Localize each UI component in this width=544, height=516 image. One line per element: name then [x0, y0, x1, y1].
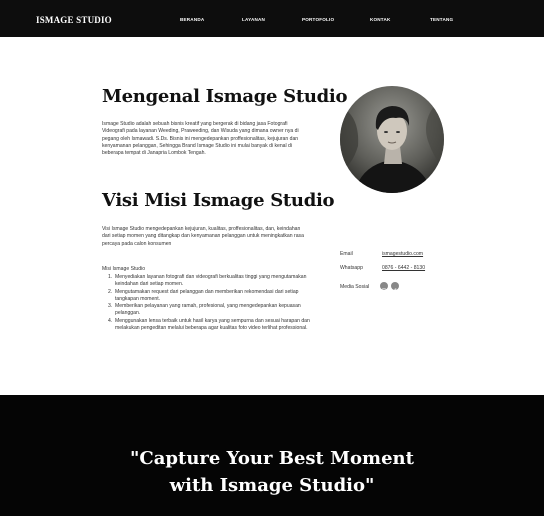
nav-beranda[interactable]: BERANDA — [180, 17, 204, 22]
list-item: 1. Menyediakan layanan fotografi dan vide… — [108, 274, 307, 288]
about-description: Ismage Studio adalah sebuah bisnis kreat… — [102, 121, 299, 157]
brand-logo-text[interactable]: ISMAGE STUDIO — [36, 15, 112, 25]
nav-layanan[interactable]: LAYANAN — [242, 17, 265, 22]
facebook-icon[interactable] — [391, 282, 399, 294]
top-navigation-bar: ISMAGE STUDIO BERANDA LAYANAN PORTOFOLIO… — [0, 0, 544, 37]
visi-text: Visi Ismage Studio mengedepankan kejujur… — [102, 226, 304, 247]
list-item: 4. Menggunakan lensa terbaik untuk hasil … — [108, 317, 310, 332]
email-label: Email — [340, 251, 353, 257]
nav-kontak[interactable]: KONTAK — [370, 17, 391, 22]
social-media-label: Media Sosial — [340, 284, 370, 290]
nav-tentang[interactable]: TENTANG — [430, 17, 453, 22]
quote-line-1: "Capture Your Best Moment — [130, 448, 414, 469]
misi-label: Misi Ismage Studio — [102, 266, 146, 272]
about-title: Mengenal Ismage Studio — [102, 86, 348, 107]
visi-misi-title: Visi Misi Ismage Studio — [102, 190, 335, 211]
quote-line-2: with Ismage Studio" — [169, 475, 375, 496]
footer-quote: "Capture Your Best Moment with Ismage St… — [0, 445, 544, 499]
list-item: 2. Mengutamakan request dari pelanggan da… — [108, 288, 299, 302]
misi-list: 1. Menyediakan layanan fotografi dan vide… — [108, 274, 313, 332]
email-link[interactable]: ismagestudio.com — [382, 251, 423, 257]
whatsapp-label: Whatsapp — [340, 265, 363, 271]
instagram-icon[interactable] — [380, 282, 388, 294]
list-item: 3. Memberikan pelayanan yang ramah, profe… — [108, 303, 301, 317]
nav-portofolio[interactable]: PORTOFOLIO — [302, 17, 334, 22]
whatsapp-link[interactable]: 0876 - 6442 - 8130 — [382, 265, 425, 271]
owner-portrait-photo — [340, 86, 444, 193]
